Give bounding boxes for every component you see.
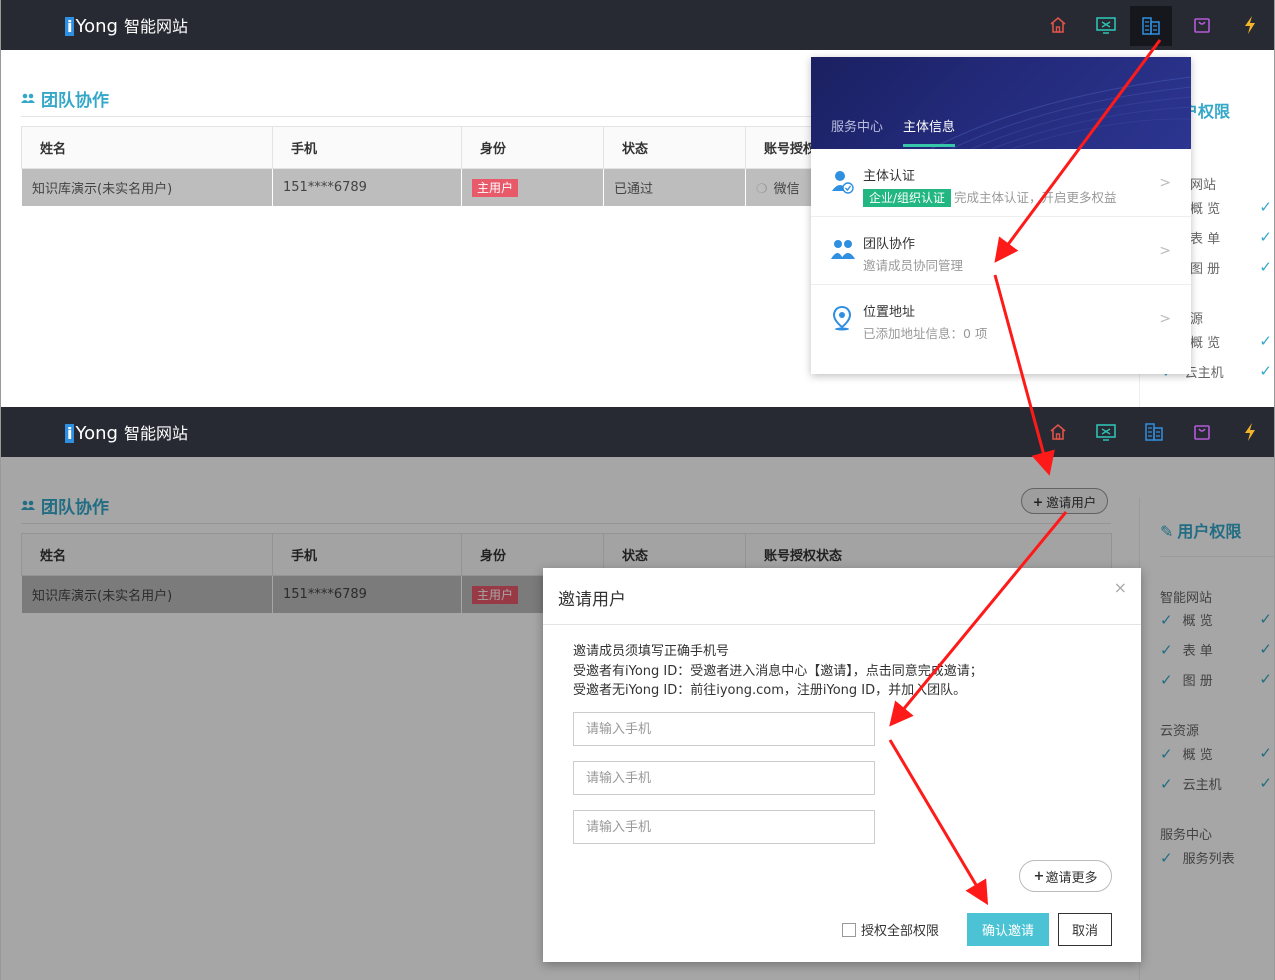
bag-icon[interactable] bbox=[1178, 407, 1226, 457]
user-verified-icon bbox=[831, 169, 855, 199]
confirm-invite-button[interactable]: 确认邀请 bbox=[967, 913, 1049, 946]
location-pin-icon bbox=[831, 305, 853, 335]
modal-title: 邀请用户 bbox=[558, 590, 626, 610]
close-icon[interactable]: × bbox=[1114, 578, 1127, 597]
logo-yong: Yong bbox=[75, 423, 118, 444]
bag-icon[interactable] bbox=[1178, 0, 1226, 50]
dropdown-item-team[interactable]: 团队协作 邀请成员协同管理 > bbox=[811, 217, 1191, 285]
item-desc: 已添加地址信息：0 项 bbox=[863, 326, 988, 341]
item-title: 位置地址 bbox=[863, 305, 916, 320]
phone-input-3[interactable] bbox=[573, 810, 875, 844]
col-role: 身份 bbox=[461, 126, 604, 169]
top-navbar: i Yong 智能网站 bbox=[1, 407, 1274, 457]
check-icon: ✓ bbox=[1259, 332, 1272, 350]
tab-service-center[interactable]: 服务中心 bbox=[831, 116, 883, 147]
lightning-icon[interactable] bbox=[1226, 0, 1274, 50]
dropdown-item-location[interactable]: 位置地址 已添加地址信息：0 项 > bbox=[811, 285, 1191, 353]
dropdown-header: 服务中心 主体信息 bbox=[811, 57, 1191, 149]
chevron-right-icon: > bbox=[1159, 175, 1171, 191]
home-icon[interactable] bbox=[1034, 0, 1082, 50]
monitor-icon[interactable] bbox=[1082, 0, 1130, 50]
brand-logo[interactable]: i Yong 智能网站 bbox=[65, 420, 188, 444]
rights-item: 表 单 bbox=[1190, 232, 1221, 247]
lightning-icon[interactable] bbox=[1226, 407, 1274, 457]
tab-entity-info[interactable]: 主体信息 bbox=[903, 116, 956, 147]
team-icon bbox=[21, 89, 35, 109]
page-title-text: 团队协作 bbox=[41, 91, 109, 111]
monitor-icon[interactable] bbox=[1082, 407, 1130, 457]
item-title: 主体认证 bbox=[863, 169, 916, 184]
logo-name: 智能网站 bbox=[123, 17, 188, 36]
checkbox[interactable] bbox=[842, 922, 856, 937]
rights-item: 概 览 bbox=[1190, 202, 1221, 217]
check-icon: ✓ bbox=[1259, 228, 1272, 246]
team-icon bbox=[831, 237, 855, 267]
phone-input-1[interactable] bbox=[573, 712, 875, 746]
top-navbar: i Yong 智能网站 bbox=[1, 0, 1274, 50]
page-title: 团队协作 bbox=[21, 86, 109, 111]
col-name: 姓名 bbox=[21, 126, 273, 169]
nav-icons bbox=[1034, 0, 1274, 50]
check-icon: ✓ bbox=[1259, 258, 1272, 276]
logo-i: i bbox=[65, 17, 75, 36]
auth-text: 微信 bbox=[773, 182, 800, 197]
chevron-right-icon: > bbox=[1159, 311, 1171, 327]
brand-logo[interactable]: i Yong 智能网站 bbox=[65, 13, 188, 37]
cell-role: 主用户 bbox=[461, 168, 604, 207]
home-icon[interactable] bbox=[1034, 407, 1082, 457]
invite-modal: 邀请用户 × 邀请成员须填写正确手机号 受邀者有iYong ID：受邀者进入消息… bbox=[543, 568, 1141, 962]
rights-item: 图 册 bbox=[1190, 262, 1221, 277]
cell-name: 知识库演示(未实名用户) bbox=[21, 168, 273, 207]
instruction-line: 受邀者无iYong ID：前往iyong.com，注册iYong ID，并加入团… bbox=[573, 683, 967, 698]
building-icon[interactable] bbox=[1130, 407, 1178, 457]
check-icon: ✓ bbox=[1259, 198, 1272, 216]
screenshot-top: i Yong 智能网站 团队协作 姓名 手机 身份 状态 账号授权 知识库演示(未实… bbox=[0, 0, 1275, 407]
rights-group: 网站 bbox=[1190, 178, 1217, 193]
dropdown-item-certification[interactable]: 主体认证 企业/组织认证 完成主体认证，开启更多权益 > bbox=[811, 149, 1191, 217]
item-title: 团队协作 bbox=[863, 237, 916, 252]
logo-yong: Yong bbox=[75, 16, 118, 37]
wechat-icon: ❍ bbox=[756, 182, 768, 197]
chevron-right-icon: > bbox=[1159, 243, 1171, 259]
check-icon: ✓ bbox=[1259, 362, 1272, 380]
nav-icons bbox=[1034, 407, 1274, 457]
entity-dropdown: 服务中心 主体信息 主体认证 企业/组织认证 完成主体认证，开启更多权益 > 团队… bbox=[811, 57, 1191, 374]
instruction-line: 邀请成员须填写正确手机号 bbox=[573, 644, 730, 659]
cancel-button[interactable]: 取消 bbox=[1058, 913, 1112, 946]
dropdown-tabs: 服务中心 主体信息 bbox=[831, 116, 956, 147]
grant-all-permissions[interactable]: 授权全部权限 bbox=[842, 920, 939, 939]
cell-status: 已通过 bbox=[603, 168, 746, 207]
modal-instructions: 邀请成员须填写正确手机号 受邀者有iYong ID：受邀者进入消息中心【邀请】，… bbox=[573, 642, 983, 701]
rights-item: 概 览 bbox=[1190, 336, 1221, 351]
item-desc: 企业/组织认证 完成主体认证，开启更多权益 bbox=[863, 187, 1191, 207]
item-desc: 邀请成员协同管理 bbox=[863, 258, 964, 273]
checkbox-label: 授权全部权限 bbox=[861, 924, 940, 939]
divider bbox=[543, 624, 1141, 625]
instruction-line: 受邀者有iYong ID：受邀者进入消息中心【邀请】，点击同意完成邀请； bbox=[573, 663, 983, 679]
role-badge: 主用户 bbox=[472, 179, 519, 197]
cert-tag[interactable]: 企业/组织认证 bbox=[863, 189, 952, 207]
building-icon[interactable] bbox=[1130, 6, 1172, 46]
phone-input-2[interactable] bbox=[573, 761, 875, 795]
col-status: 状态 bbox=[603, 126, 746, 169]
col-phone: 手机 bbox=[272, 126, 462, 169]
rights-group: 源 bbox=[1190, 312, 1204, 327]
logo-i: i bbox=[65, 424, 75, 443]
plus-icon: + bbox=[1033, 868, 1045, 884]
cell-phone: 151****6789 bbox=[272, 168, 462, 207]
invite-more-button[interactable]: + 邀请更多 bbox=[1019, 860, 1112, 892]
logo-name: 智能网站 bbox=[123, 424, 188, 443]
